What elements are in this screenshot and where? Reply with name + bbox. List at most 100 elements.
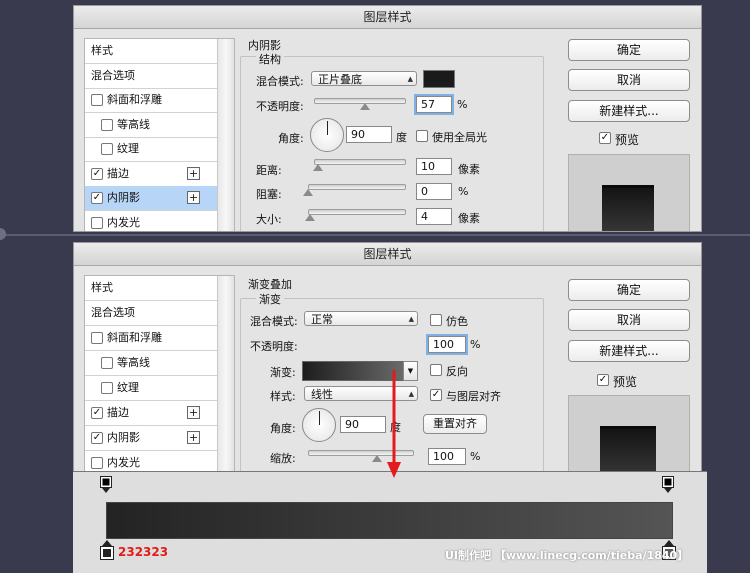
sidebar-item[interactable]: 内发光: [85, 211, 217, 232]
opacity-input[interactable]: 100: [426, 334, 468, 355]
sidebar-item-label: 等高线: [117, 356, 150, 369]
opacity-input[interactable]: 57: [414, 94, 454, 115]
blend-mode-value: 正常: [311, 313, 333, 326]
distance-label: 距离:: [256, 164, 282, 177]
opacity-slider-thumb[interactable]: [360, 103, 371, 110]
sidebar-item[interactable]: 等高线: [85, 113, 217, 138]
sidebar-item-checkbox[interactable]: [91, 216, 103, 229]
angle-indicator: [319, 411, 320, 425]
sidebar-item[interactable]: 混合选项: [85, 301, 217, 326]
sidebar-item[interactable]: 混合选项: [85, 64, 217, 89]
scale-slider-thumb[interactable]: [372, 455, 383, 462]
divider-dot: [0, 228, 6, 240]
gradient-bar[interactable]: [106, 502, 673, 539]
new-style-button[interactable]: 新建样式...: [568, 100, 690, 122]
style-preview: [568, 154, 690, 231]
sidebar-item[interactable]: 样式: [85, 39, 217, 64]
blend-mode-select[interactable]: 正片叠底 ▲: [311, 71, 417, 86]
sidebar-item-label: 样式: [91, 44, 113, 57]
style-label: 样式:: [270, 390, 296, 403]
sidebar-item-checkbox[interactable]: [101, 118, 113, 131]
watermark: UI制作吧 【www.linecg.com/tieba/1840】: [445, 549, 689, 562]
angle-dial[interactable]: [302, 408, 336, 442]
add-effect-icon[interactable]: +: [187, 166, 200, 180]
sidebar-item-label: 纹理: [117, 381, 139, 394]
distance-slider[interactable]: [314, 159, 406, 165]
sidebar-item-checkbox[interactable]: ✓: [91, 192, 103, 204]
align-layer-checkbox[interactable]: ✓: [430, 389, 442, 401]
sidebar-item[interactable]: 斜面和浮雕: [85, 326, 217, 351]
angle-input[interactable]: 90: [340, 416, 386, 433]
dialog-title: 图层样式: [74, 243, 701, 266]
sidebar-item-checkbox[interactable]: ✓: [91, 167, 103, 180]
preview-checkbox[interactable]: ✓: [599, 132, 611, 144]
shadow-color-swatch[interactable]: [423, 70, 455, 88]
global-light-checkbox[interactable]: [416, 130, 428, 142]
size-label: 大小:: [256, 213, 282, 226]
percent-symbol: %: [458, 185, 469, 198]
style-list-scrollbar[interactable]: [217, 39, 234, 231]
distance-input[interactable]: 10: [416, 158, 452, 175]
angle-input[interactable]: 90: [346, 126, 392, 143]
sidebar-item[interactable]: ✓ 描边 +: [85, 401, 217, 426]
sidebar-item-checkbox[interactable]: ✓: [91, 432, 103, 444]
preview-thumbnail: [602, 185, 654, 231]
gradient-dropdown-button[interactable]: ▼: [403, 361, 418, 381]
percent-symbol: %: [470, 338, 481, 351]
sidebar-item[interactable]: 纹理: [85, 137, 217, 162]
blend-mode-label: 混合模式:: [250, 315, 298, 328]
choke-input[interactable]: 0: [416, 183, 452, 200]
scale-input[interactable]: 100: [428, 448, 466, 465]
sidebar-item[interactable]: 斜面和浮雕: [85, 88, 217, 113]
add-effect-icon[interactable]: +: [187, 406, 200, 419]
distance-slider-thumb[interactable]: [312, 164, 323, 171]
size-input[interactable]: 4: [416, 208, 452, 225]
angle-label: 角度:: [278, 132, 304, 145]
sidebar-item-checkbox[interactable]: [91, 94, 103, 106]
blend-mode-select[interactable]: 正常 ▲: [304, 311, 418, 326]
sidebar-item-label: 斜面和浮雕: [107, 331, 162, 344]
sidebar-item-checkbox[interactable]: [91, 457, 103, 469]
angle-dial[interactable]: [310, 118, 344, 152]
sidebar-item[interactable]: 纹理: [85, 376, 217, 401]
dither-checkbox[interactable]: [430, 314, 442, 326]
choke-label: 阻塞:: [256, 188, 282, 201]
opacity-label: 不透明度:: [250, 340, 298, 353]
ok-button[interactable]: 确定: [568, 39, 690, 61]
size-slider[interactable]: [308, 209, 406, 215]
cancel-button[interactable]: 取消: [568, 69, 690, 91]
updown-arrow-icon: ▲: [408, 315, 414, 323]
sidebar-item[interactable]: ✓ 内阴影 +: [85, 186, 217, 211]
reset-alignment-button[interactable]: 重置对齐: [423, 414, 487, 434]
sidebar-item-checkbox[interactable]: [101, 357, 113, 369]
sidebar-item[interactable]: 样式: [85, 276, 217, 301]
sidebar-item-checkbox[interactable]: [91, 332, 103, 344]
size-slider-thumb[interactable]: [304, 214, 315, 221]
blend-mode-label: 混合模式:: [256, 75, 304, 88]
color-stop-left[interactable]: [100, 540, 114, 562]
angle-indicator: [327, 121, 328, 135]
style-list-scrollbar[interactable]: [217, 276, 234, 478]
sidebar-item-checkbox[interactable]: [101, 143, 113, 155]
add-effect-icon[interactable]: +: [187, 431, 200, 444]
choke-slider[interactable]: [308, 184, 406, 190]
reverse-checkbox[interactable]: [430, 364, 442, 376]
style-list: 样式 混合选项 斜面和浮雕 等高线 纹理 ✓ 描边 + ✓ 内阴影 + 内发光: [84, 275, 235, 478]
sidebar-item[interactable]: 等高线: [85, 351, 217, 376]
opacity-stop-right[interactable]: [662, 476, 674, 494]
ok-button[interactable]: 确定: [568, 279, 690, 301]
opacity-stop-left[interactable]: [100, 476, 112, 494]
sidebar-item-checkbox[interactable]: ✓: [91, 407, 103, 419]
add-effect-icon[interactable]: +: [187, 191, 200, 204]
sidebar-item[interactable]: ✓ 内阴影 +: [85, 426, 217, 451]
sidebar-item-label: 内发光: [107, 215, 140, 229]
sidebar-item[interactable]: ✓ 描边 +: [85, 162, 217, 187]
new-style-button[interactable]: 新建样式...: [568, 340, 690, 362]
blend-mode-value: 正片叠底: [318, 73, 362, 86]
choke-slider-thumb[interactable]: [303, 189, 313, 196]
chevron-down-icon: ▼: [407, 367, 414, 375]
sidebar-item-checkbox[interactable]: [101, 382, 113, 394]
angle-label: 角度:: [270, 422, 296, 435]
preview-checkbox[interactable]: ✓: [597, 374, 609, 386]
cancel-button[interactable]: 取消: [568, 309, 690, 331]
